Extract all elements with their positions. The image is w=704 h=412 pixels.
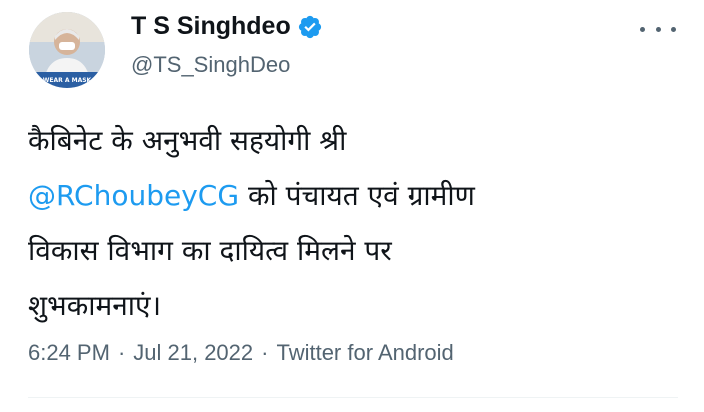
avatar-caption: WEAR A MASK (43, 77, 92, 84)
tweet-date[interactable]: Jul 21, 2022 (133, 340, 253, 366)
more-dot (640, 26, 645, 32)
verified-badge-icon (298, 15, 321, 38)
tweet-text: कैबिनेट के अनुभवी सहयोगी श्री @RChoubeyC… (28, 113, 678, 333)
more-options-icon[interactable] (640, 19, 676, 39)
tweet-time[interactable]: 6:24 PM (28, 340, 110, 366)
meta-separator: · (261, 340, 269, 365)
tweet-text-line: कैबिनेट के अनुभवी सहयोगी श्री (28, 124, 347, 157)
tweet-source[interactable]: Twitter for Android (276, 340, 453, 366)
author-name-row: T S Singhdeo (131, 12, 323, 41)
tweet-text-line: @RChoubeyCG को पंचायत एवं ग्रामीण (28, 168, 678, 223)
tweet-card: WEAR A MASK T S Singhdeo @TS_SinghDeo कै… (0, 0, 704, 412)
author-handle[interactable]: @TS_SinghDeo (131, 52, 290, 78)
tweet-text-line: विकास विभाग का दायित्व मिलने पर (28, 234, 392, 267)
author-display-name[interactable]: T S Singhdeo (131, 12, 291, 41)
tweet-metadata: 6:24 PM · Jul 21, 2022 · Twitter for And… (28, 340, 454, 366)
mention-link[interactable]: @RChoubeyCG (28, 179, 239, 212)
more-dot (655, 26, 661, 32)
more-dot (671, 26, 676, 32)
avatar[interactable]: WEAR A MASK (29, 12, 105, 88)
tweet-text-segment: को पंचायत एवं ग्रामीण (239, 179, 475, 212)
divider (28, 397, 678, 398)
meta-separator: · (117, 340, 126, 365)
tweet-text-line: शुभकामनाएं। (28, 289, 162, 322)
